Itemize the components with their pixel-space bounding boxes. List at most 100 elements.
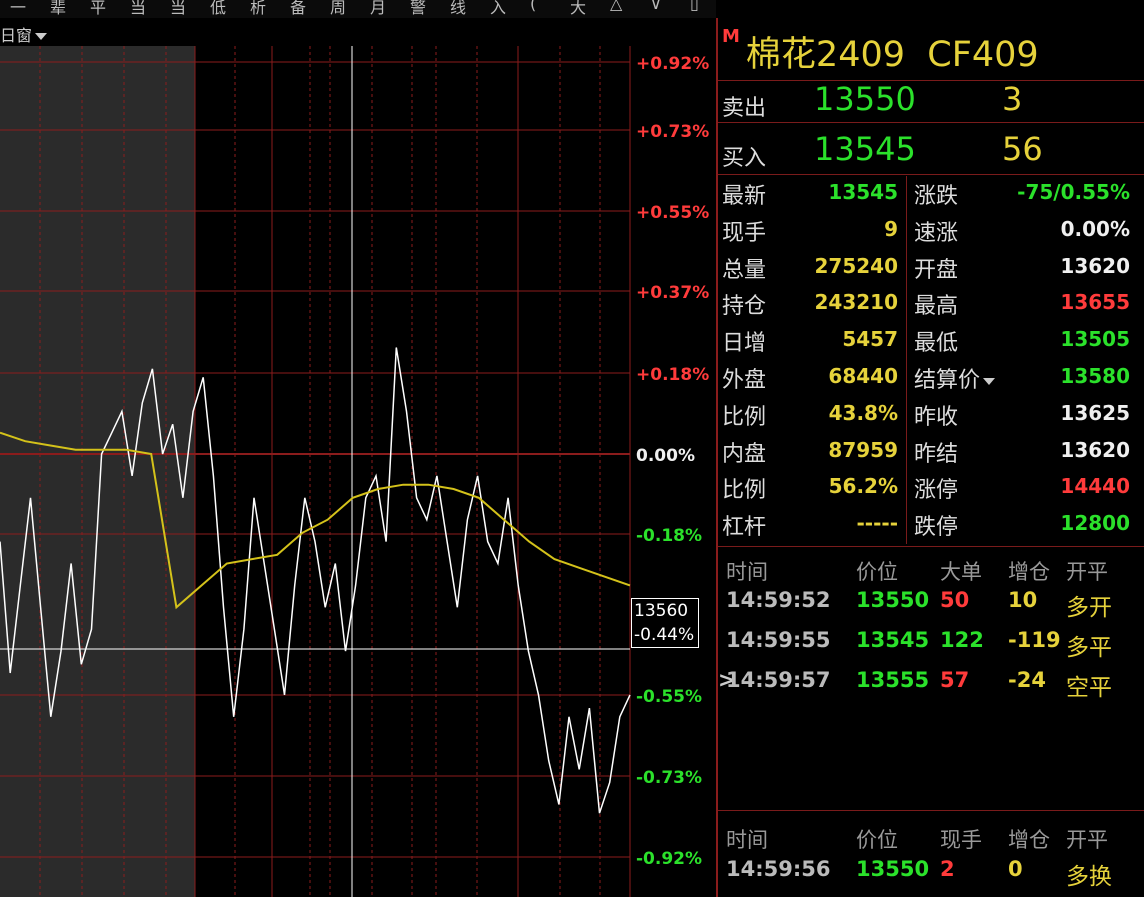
cell-qty: 2 bbox=[940, 857, 955, 881]
axis-tick-label: -0.73% bbox=[636, 768, 702, 788]
bid-row[interactable]: 买入 13545 56 bbox=[722, 130, 1142, 176]
axis-tick-label: +0.37% bbox=[636, 283, 709, 303]
cell-qty: 50 bbox=[940, 588, 970, 612]
column-header: 增仓 bbox=[1008, 828, 1050, 852]
stat-value: 87959 bbox=[828, 437, 898, 462]
stat-label: 速涨 bbox=[914, 220, 959, 246]
stat-label: 最新 bbox=[722, 184, 767, 209]
divider bbox=[718, 810, 1144, 811]
stat-row: 开盘 13620 bbox=[914, 250, 1130, 286]
table-header: 时间 价位 大单 增仓 开平 bbox=[726, 552, 1136, 584]
toolbar-button[interactable]: 一 bbox=[10, 0, 26, 18]
cell-price: 13545 bbox=[856, 628, 930, 652]
stat-row: 昨收 13625 bbox=[914, 397, 1130, 433]
cell-price: 13550 bbox=[856, 857, 930, 881]
stat-row: 杠杆 ----- bbox=[722, 507, 898, 543]
toolbar: 一 辈 平 当 当 低 析 备 周 月 警 线 入 ( 大 △ ∨ ▯ bbox=[0, 0, 716, 18]
stat-value: -75/0.55% bbox=[1017, 180, 1130, 204]
stat-label: 结算价 bbox=[914, 362, 996, 394]
stat-value: 9 bbox=[884, 216, 898, 241]
stat-value: 0.00% bbox=[1060, 216, 1130, 241]
stat-row: 最新 13545 bbox=[722, 176, 898, 212]
table-row[interactable]: 14:59:55 13545 122 -119 多平 bbox=[726, 624, 1136, 661]
cell-price: 13550 bbox=[856, 588, 930, 612]
stat-label: 开盘 bbox=[914, 257, 959, 283]
stat-value: 243210 bbox=[814, 290, 899, 315]
stat-row: 持仓 243210 bbox=[722, 286, 898, 322]
stat-row: 总量 275240 bbox=[722, 250, 898, 286]
axis-tick-label: +0.92% bbox=[636, 54, 709, 74]
column-header: 开平 bbox=[1066, 560, 1108, 584]
axis-tick-label: +0.73% bbox=[636, 122, 709, 142]
column-divider bbox=[906, 176, 907, 544]
stat-value: 13505 bbox=[1060, 327, 1130, 352]
axis-tick-label: -0.92% bbox=[636, 849, 702, 869]
stat-label: 杠杆 bbox=[722, 515, 767, 541]
cell-time: 14:59:55 bbox=[726, 628, 831, 652]
toolbar-button[interactable]: 平 bbox=[90, 0, 106, 18]
stat-value: 13545 bbox=[828, 180, 898, 204]
column-header: 增仓 bbox=[1008, 560, 1050, 584]
intraday-chart[interactable]: +0.92% +0.73% +0.55% +0.37% +0.18% 0.00% -0.18… bbox=[0, 46, 716, 897]
stat-label: 涨跌 bbox=[914, 184, 959, 209]
toolbar-button[interactable]: 警 bbox=[410, 0, 426, 18]
stat-label: 比例 bbox=[722, 404, 767, 430]
toolbar-button[interactable]: 线 bbox=[450, 0, 466, 18]
stat-row: 比例 43.8% bbox=[722, 397, 898, 433]
divider bbox=[718, 122, 1144, 123]
table-row[interactable]: >14:59:57 13555 57 -24 空平 bbox=[718, 664, 1136, 701]
column-header: 价位 bbox=[856, 828, 898, 852]
toolbar-button[interactable]: 当 bbox=[130, 0, 146, 18]
quote-panel: M 棉花2409 CF409 卖出 13550 3 买入 13545 56 最新 1… bbox=[716, 18, 1144, 897]
stat-row: 涨停 14440 bbox=[914, 470, 1130, 506]
bid-label: 买入 bbox=[722, 146, 767, 171]
bid-volume: 56 bbox=[1002, 130, 1043, 168]
stat-label: 跌停 bbox=[914, 515, 959, 541]
cell-qty: 122 bbox=[940, 628, 984, 652]
column-header: 价位 bbox=[856, 560, 898, 584]
stat-value: 275240 bbox=[814, 253, 899, 278]
market-flag: M bbox=[722, 26, 740, 47]
bid-price: 13545 bbox=[814, 130, 916, 168]
cell-type: 多换 bbox=[1066, 864, 1112, 890]
stat-label: 总量 bbox=[722, 257, 767, 283]
table-row[interactable]: 14:59:56 13550 2 0 多换 bbox=[726, 853, 1136, 890]
stat-label: 现手 bbox=[722, 220, 767, 246]
toolbar-button[interactable]: 大 bbox=[570, 0, 586, 18]
toolbar-button[interactable]: 当 bbox=[170, 0, 186, 18]
contract-title: M 棉花2409 CF409 bbox=[722, 26, 1039, 77]
stat-value: 43.8% bbox=[828, 400, 898, 425]
ask-row[interactable]: 卖出 13550 3 bbox=[722, 80, 1142, 126]
toolbar-button[interactable]: 析 bbox=[250, 0, 266, 18]
toolbar-button[interactable]: 入 bbox=[490, 0, 506, 18]
stat-row: 现手 9 bbox=[722, 213, 898, 249]
stat-label: 比例 bbox=[722, 478, 767, 504]
table-row[interactable]: 14:59:52 13550 50 10 多开 bbox=[726, 584, 1136, 621]
toolbar-button[interactable]: 辈 bbox=[50, 0, 66, 18]
cell-price: 13555 bbox=[856, 668, 930, 692]
intraday-chart-svg: +0.92% +0.73% +0.55% +0.37% +0.18% 0.00% -0.18… bbox=[0, 46, 709, 897]
stat-row: 结算价 13580 bbox=[914, 360, 1130, 396]
stat-value: 13620 bbox=[1060, 253, 1130, 278]
toolbar-button[interactable]: 月 bbox=[370, 0, 386, 18]
cell-chg: -24 bbox=[1008, 668, 1046, 692]
stat-label: 昨结 bbox=[914, 441, 959, 467]
dropdown-arrow-icon[interactable] bbox=[983, 377, 996, 385]
toolbar-button[interactable]: 低 bbox=[210, 0, 226, 18]
chevron-down-icon bbox=[35, 33, 48, 40]
toolbar-button[interactable]: △ bbox=[610, 0, 622, 13]
toolbar-button[interactable]: 备 bbox=[290, 0, 306, 18]
window-selector[interactable]: 日窗 bbox=[0, 22, 48, 46]
stat-value: 13620 bbox=[1060, 437, 1130, 462]
cell-chg: 10 bbox=[1008, 588, 1038, 612]
contract-code: CF409 bbox=[927, 35, 1039, 75]
cell-type: 多平 bbox=[1066, 635, 1112, 661]
toolbar-button[interactable]: ( bbox=[530, 0, 536, 13]
column-header: 大单 bbox=[940, 560, 982, 584]
toolbar-button[interactable]: ▯ bbox=[690, 0, 699, 13]
cell-type: 空平 bbox=[1066, 675, 1112, 701]
toolbar-button[interactable]: ∨ bbox=[650, 0, 662, 13]
toolbar-button[interactable]: 周 bbox=[330, 0, 346, 18]
stat-label: 昨收 bbox=[914, 404, 959, 430]
cell-time: 14:59:52 bbox=[726, 588, 831, 612]
